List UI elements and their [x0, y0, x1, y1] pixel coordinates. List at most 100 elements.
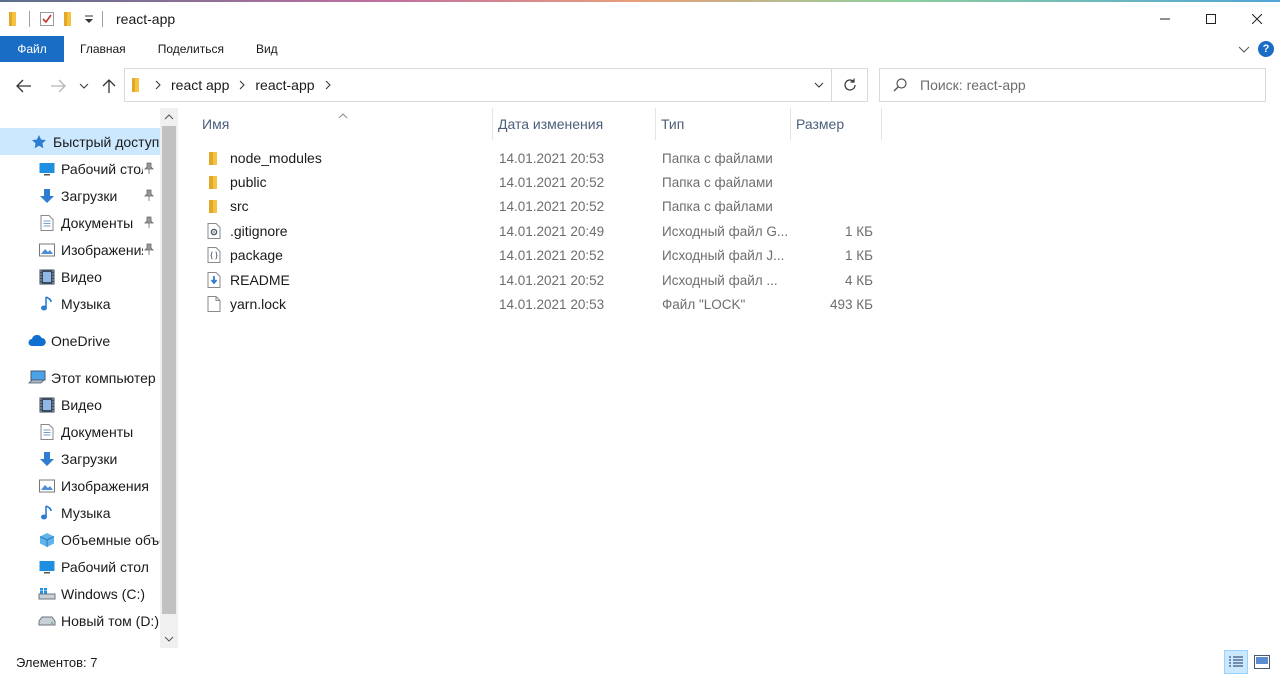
- arrow-up-icon: [102, 79, 116, 93]
- breadcrumb-item[interactable]: react-app: [251, 77, 318, 93]
- details-view-icon: [1229, 656, 1243, 667]
- scroll-up-button[interactable]: [160, 110, 178, 124]
- address-bar[interactable]: react app react-app: [124, 68, 832, 102]
- column-header-size[interactable]: Размер: [789, 108, 882, 140]
- new-folder-icon[interactable]: [63, 2, 75, 36]
- chevron-right-icon[interactable]: [233, 80, 251, 90]
- close-button[interactable]: [1234, 2, 1280, 36]
- up-button[interactable]: [97, 74, 121, 98]
- nav-item-videos[interactable]: Видео: [0, 263, 160, 290]
- computer-icon: [28, 369, 46, 387]
- file-type: Файл "LOCK": [662, 296, 746, 312]
- navigation-scrollbar[interactable]: [160, 108, 178, 648]
- large-icons-view-icon: [1254, 655, 1270, 669]
- file-name: yarn.lock: [230, 296, 287, 312]
- file-type: Исходный файл J...: [662, 247, 785, 263]
- 3d-objects-icon: [38, 531, 56, 549]
- tab-home[interactable]: Главная: [64, 36, 142, 62]
- nav-item-drive-c[interactable]: Windows (C:): [0, 580, 160, 607]
- pin-icon[interactable]: [143, 188, 155, 202]
- nav-item-label: Новый том (D:): [61, 612, 159, 629]
- search-icon: [880, 78, 920, 92]
- nav-item-desktop[interactable]: Рабочий стол: [0, 155, 160, 182]
- forward-button[interactable]: [46, 74, 70, 98]
- pin-icon[interactable]: [143, 215, 155, 229]
- column-header-date[interactable]: Дата изменения: [491, 108, 656, 140]
- column-header-name[interactable]: Имя: [195, 108, 493, 140]
- divider: [102, 11, 103, 27]
- nav-item-music[interactable]: Музыка: [0, 499, 160, 526]
- expand-ribbon-button[interactable]: [1238, 41, 1250, 57]
- nav-item-label: Документы: [61, 423, 134, 440]
- nav-item-pictures[interactable]: Изображения: [0, 236, 160, 263]
- minimize-button[interactable]: [1142, 2, 1188, 36]
- file-date: 14.01.2021 20:52: [499, 198, 605, 214]
- breadcrumb: react app react-app: [125, 69, 807, 101]
- status-bar: Элементов: 7: [0, 648, 1280, 676]
- gear-file-icon: [206, 222, 222, 240]
- nav-item-3d-objects[interactable]: Объемные объекты: [0, 526, 160, 553]
- table-row[interactable]: yarn.lock 14.01.2021 20:53 Файл "LOCK" 4…: [198, 292, 878, 316]
- file-name: src: [230, 198, 249, 214]
- table-row[interactable]: .gitignore 14.01.2021 20:49 Исходный фай…: [198, 219, 878, 243]
- column-header-type[interactable]: Тип: [654, 108, 791, 140]
- table-row[interactable]: node_modules 14.01.2021 20:53 Папка с фа…: [198, 146, 878, 170]
- documents-icon: [38, 423, 56, 441]
- details-view-button[interactable]: [1224, 650, 1248, 674]
- nav-item-label: Быстрый доступ: [53, 133, 160, 150]
- nav-item-desktop[interactable]: Рабочий стол: [0, 553, 160, 580]
- nav-item-onedrive[interactable]: OneDrive: [0, 327, 160, 354]
- nav-item-downloads[interactable]: Загрузки: [0, 182, 160, 209]
- properties-icon[interactable]: [39, 2, 55, 36]
- file-date: 14.01.2021 20:53: [499, 296, 605, 312]
- tab-view[interactable]: Вид: [240, 36, 294, 62]
- cloud-icon: [28, 332, 46, 350]
- address-history-button[interactable]: [807, 69, 831, 101]
- file-size: 4 КБ: [845, 272, 873, 288]
- table-row[interactable]: package 14.01.2021 20:52 Исходный файл J…: [198, 243, 878, 267]
- file-type: Исходный файл G...: [662, 223, 788, 239]
- nav-item-documents[interactable]: Документы: [0, 418, 160, 445]
- nav-item-music[interactable]: Музыка: [0, 290, 160, 317]
- table-row[interactable]: src 14.01.2021 20:52 Папка с файлами: [198, 194, 878, 218]
- scrollbar-thumb[interactable]: [162, 126, 176, 614]
- maximize-button[interactable]: [1188, 2, 1234, 36]
- download-icon: [38, 450, 56, 468]
- refresh-button[interactable]: [832, 68, 868, 102]
- scroll-down-button[interactable]: [160, 632, 178, 646]
- large-icons-view-button[interactable]: [1250, 650, 1274, 674]
- nav-item-documents[interactable]: Документы: [0, 209, 160, 236]
- customize-toolbar-icon[interactable]: [85, 2, 93, 36]
- table-row[interactable]: public 14.01.2021 20:52 Папка с файлами: [198, 170, 878, 194]
- windows-drive-icon: [38, 585, 56, 603]
- search-box[interactable]: [879, 68, 1266, 102]
- back-button[interactable]: [12, 74, 36, 98]
- music-icon: [38, 504, 56, 522]
- chevron-right-icon[interactable]: [319, 80, 337, 90]
- file-name: public: [230, 174, 267, 190]
- help-button[interactable]: ?: [1258, 41, 1274, 57]
- table-row[interactable]: README 14.01.2021 20:52 Исходный файл ..…: [198, 268, 878, 292]
- pin-icon[interactable]: [143, 242, 155, 256]
- file-date: 14.01.2021 20:52: [499, 174, 605, 190]
- breadcrumb-item[interactable]: react app: [167, 77, 233, 93]
- nav-item-videos[interactable]: Видео: [0, 391, 160, 418]
- tab-share[interactable]: Поделиться: [142, 36, 240, 62]
- nav-item-this-pc[interactable]: Этот компьютер: [0, 364, 160, 391]
- title-bar: react-app: [0, 2, 1280, 36]
- nav-item-pictures[interactable]: Изображения: [0, 472, 160, 499]
- chevron-right-icon[interactable]: [149, 80, 167, 90]
- desktop-icon: [38, 160, 56, 178]
- recent-locations-button[interactable]: [74, 74, 94, 98]
- nav-item-downloads[interactable]: Загрузки: [0, 445, 160, 472]
- folder-icon[interactable]: [8, 2, 20, 36]
- quick-access-toolbar: [0, 2, 112, 36]
- nav-item-drive-d[interactable]: Новый том (D:): [0, 607, 160, 634]
- pin-icon[interactable]: [143, 161, 155, 175]
- tab-file[interactable]: Файл: [0, 36, 64, 62]
- json-file-icon: [206, 246, 222, 264]
- markdown-file-icon: [206, 271, 222, 289]
- nav-item-quick-access[interactable]: Быстрый доступ: [0, 128, 160, 155]
- search-input[interactable]: [920, 77, 1240, 93]
- view-switcher: [1224, 650, 1274, 674]
